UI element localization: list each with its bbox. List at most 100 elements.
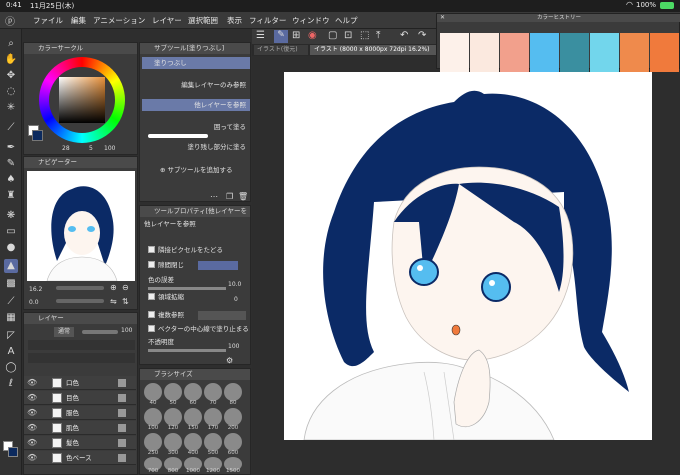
navigator-zoom-value[interactable]: 16.2 (29, 286, 42, 293)
zoom-slider[interactable] (56, 286, 104, 290)
color-history-swatch[interactable] (650, 33, 679, 72)
move-icon[interactable]: ✥ (4, 69, 18, 83)
color-margin-slider[interactable] (148, 287, 226, 290)
open-icon[interactable]: ⊡ (344, 30, 352, 41)
frame-icon[interactable]: ▦ (4, 311, 18, 325)
save-icon[interactable]: ⬚ (360, 30, 369, 41)
subtool-item-edit-layer-only[interactable]: 編集レイヤーのみ参照 (142, 79, 250, 91)
brush-size-preset[interactable] (164, 408, 182, 426)
trash-icon[interactable]: 🗑 (238, 192, 248, 201)
lasso-icon[interactable]: ◌ (4, 85, 18, 99)
gap-size-picker[interactable] (198, 261, 238, 270)
vector-center-checkbox[interactable]: ベクターの中心線で塗り止まる (148, 323, 249, 335)
multiple-reference-checkbox[interactable]: 複数参照 (148, 309, 184, 321)
brush-size-preset[interactable] (204, 433, 222, 451)
export-icon[interactable]: ⤒ (376, 30, 380, 41)
subtool-item-refer-other-layers[interactable]: 他レイヤーを参照 (142, 99, 250, 111)
navigator-angle-value[interactable]: 0.0 (29, 299, 39, 306)
pen-icon[interactable]: ✒ (4, 141, 18, 155)
brush-size-preset[interactable] (164, 383, 182, 401)
zoom-in-icon[interactable]: ⊕ (110, 283, 117, 292)
brush-size-preset[interactable] (184, 408, 202, 426)
layer-row[interactable]: 👁 色ベース (24, 451, 136, 465)
new-icon[interactable]: ▢ (328, 30, 337, 41)
eye-icon[interactable]: 👁 (27, 453, 37, 462)
brush-size-preset[interactable] (224, 433, 242, 451)
layer-opacity-slider[interactable] (82, 330, 118, 334)
saturation-value-square[interactable] (59, 77, 105, 123)
angle-slider[interactable] (56, 299, 104, 303)
navigator-preview[interactable] (27, 171, 135, 282)
undo-icon[interactable]: ↶ (400, 30, 408, 41)
color-history-swatch[interactable] (620, 33, 649, 72)
add-subtool-button[interactable]: ⊕ サブツールを追加する (160, 164, 250, 176)
close-icon[interactable]: ✕ (440, 14, 445, 21)
eye-icon[interactable]: 👁 (27, 438, 37, 447)
text-icon[interactable]: A (4, 345, 18, 359)
pencil-icon[interactable]: ✎ (4, 157, 18, 171)
decoration-icon[interactable]: ❋ (4, 209, 18, 223)
opacity-value[interactable]: 100 (228, 343, 239, 350)
menu-edit[interactable]: 編集 (71, 15, 86, 26)
blend-mode-select[interactable]: 通常 (54, 327, 75, 337)
area-scaling-value[interactable]: 0 (234, 296, 238, 303)
secondary-color-swatch[interactable] (32, 130, 43, 141)
blend-icon[interactable]: ● (4, 241, 18, 255)
balloon-icon[interactable]: ◯ (4, 361, 18, 375)
line-correction-icon[interactable]: ℓ (4, 377, 18, 391)
sub-color-swatch[interactable] (8, 447, 18, 457)
menu-animation[interactable]: アニメーション (93, 15, 145, 26)
menu-help[interactable]: ヘルプ (335, 15, 358, 26)
brush-size-preset[interactable] (204, 383, 222, 401)
reference-layer-options[interactable] (198, 311, 246, 320)
menu-icon[interactable]: ☰ (256, 30, 265, 41)
airbrush-icon[interactable]: ♜ (4, 189, 18, 203)
flip-horizontal-icon[interactable]: ⇋ (110, 297, 117, 306)
layer-row[interactable]: 👁 服色 (24, 406, 136, 420)
zoom-out-icon[interactable]: ⊖ (122, 283, 129, 292)
color-margin-value[interactable]: 10.0 (228, 281, 241, 288)
area-scaling-checkbox[interactable]: 領域拡縮 (148, 291, 184, 303)
layer-row[interactable]: 👁 肌色 (24, 421, 136, 435)
brush-size-preset[interactable] (224, 383, 242, 401)
brush-size-preset[interactable] (144, 433, 162, 451)
brush-size-preset[interactable] (144, 408, 162, 426)
redo-icon[interactable]: ↷ (418, 30, 426, 41)
pen-mode-icon[interactable]: ✎ (274, 30, 288, 43)
color-history-swatch[interactable] (470, 33, 499, 72)
eraser-icon[interactable]: ▭ (4, 225, 18, 239)
app-logo-icon[interactable]: ⓟ (5, 13, 15, 28)
color-history-swatch[interactable] (560, 33, 589, 72)
brush-size-preset[interactable] (184, 433, 202, 451)
menu-window[interactable]: ウィンドウ (292, 15, 330, 26)
opacity-slider[interactable] (148, 349, 226, 352)
follow-adjacent-checkbox[interactable]: 隣接ピクセルをたどる (148, 244, 223, 256)
color-history-swatch[interactable] (500, 33, 529, 72)
brush-size-preset[interactable] (164, 433, 182, 451)
subtool-menu-icon[interactable]: ⋯ (210, 192, 218, 201)
view-mode-icon[interactable]: ⊞ (292, 30, 300, 41)
menu-filter[interactable]: フィルター (249, 15, 286, 26)
close-gap-checkbox[interactable]: 隙間閉じ (148, 259, 184, 271)
subtool-item-lasso-fill[interactable]: 囲って塗る (142, 121, 250, 133)
document-tab-restored[interactable]: イラスト(復元) (254, 45, 308, 55)
subtool-item-fill[interactable]: 塗りつぶし (142, 57, 250, 69)
eye-icon[interactable]: 👁 (27, 408, 37, 417)
layer-opacity-value[interactable]: 100 (121, 327, 132, 334)
layer-row[interactable]: 👁 口色 (24, 376, 136, 390)
gradient-icon[interactable]: ▩ (4, 277, 18, 291)
fill-icon[interactable]: ▲ (4, 259, 18, 273)
subtool-item-close-gap-fill[interactable]: 塗り残し部分に塗る (142, 141, 250, 153)
copy-subtool-icon[interactable]: ❐ (226, 192, 233, 201)
color-history-swatch[interactable] (440, 33, 469, 72)
layer-row[interactable]: 👁 髪色 (24, 436, 136, 450)
menu-selection[interactable]: 選択範囲 (188, 15, 218, 26)
eye-icon[interactable]: 👁 (27, 378, 37, 387)
color-history-swatch[interactable] (590, 33, 619, 72)
eyedropper-icon[interactable]: ⟋ (4, 121, 18, 135)
settings-icon[interactable]: ⚙ (226, 356, 233, 365)
brush-size-preset[interactable] (204, 408, 222, 426)
brush-size-preset[interactable] (184, 383, 202, 401)
layer-row[interactable]: 👁 目色 (24, 391, 136, 405)
brush-size-preset[interactable] (224, 408, 242, 426)
